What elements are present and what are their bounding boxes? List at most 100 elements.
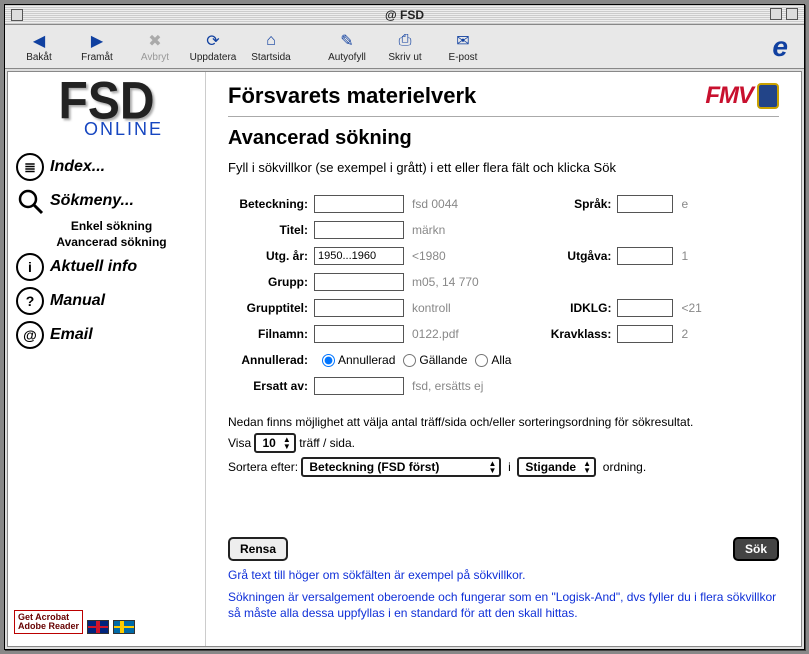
stop-label: Avbryt [141, 52, 169, 63]
label-titel: Titel: [228, 223, 314, 237]
nav-index-label: Index... [50, 158, 105, 176]
select-arrows-icon: ▲▼ [283, 436, 291, 450]
sort-label: Sortera efter: [228, 460, 298, 474]
autofill-label: Autyofyll [328, 52, 366, 63]
autofill-icon: ✎ [336, 30, 358, 52]
radio-annullerad-label: Annullerad [338, 353, 395, 367]
label-grupp: Grupp: [228, 275, 314, 289]
sort-dir-select[interactable]: Stigande ▲▼ [517, 457, 596, 477]
input-beteckning[interactable] [314, 195, 404, 213]
label-beteckning: Beteckning: [228, 197, 314, 211]
radio-alla-label: Alla [491, 353, 511, 367]
stop-icon: ✖ [144, 30, 166, 52]
main-content: Försvarets materielverk FMV Avancerad sö… [206, 72, 801, 646]
client-area: FSD ONLINE ≣ Index... Sökmeny... Enkel s… [7, 71, 802, 647]
input-filnamn[interactable] [314, 325, 404, 343]
input-ersatt[interactable] [314, 377, 404, 395]
mail-icon: ✉ [452, 30, 474, 52]
input-grupptitel[interactable] [314, 299, 404, 317]
hint-beteckning: fsd 0044 [404, 197, 458, 211]
nav-aktuell-info[interactable]: i Aktuell info [14, 250, 199, 284]
forward-button[interactable]: ▶ Framåt [71, 30, 123, 63]
separator [228, 116, 779, 117]
label-utgava: Utgåva: [541, 249, 617, 263]
nav-index[interactable]: ≣ Index... [14, 150, 199, 184]
label-filnamn: Filnamn: [228, 327, 314, 341]
hint-grupp: m05, 14 770 [404, 275, 479, 289]
input-kravklass[interactable] [617, 325, 673, 343]
refresh-label: Uppdatera [190, 52, 237, 63]
nav-manual[interactable]: ? Manual [14, 284, 199, 318]
sort-field-select[interactable]: Beteckning (FSD först) ▲▼ [301, 457, 501, 477]
page-title: Avancerad sökning [228, 127, 779, 150]
ie-logo-icon: e [772, 31, 796, 63]
fmv-text: FMV [705, 82, 753, 110]
autofill-button[interactable]: ✎ Autyofyll [321, 30, 373, 63]
print-button[interactable]: ⎙ Skriv ut [379, 30, 431, 63]
hint-sprak: e [673, 197, 688, 211]
nav-manual-label: Manual [50, 292, 105, 310]
refresh-button[interactable]: ⟳ Uppdatera [187, 30, 239, 63]
nav-aktuell-label: Aktuell info [50, 258, 137, 276]
nav-email[interactable]: @ Email [14, 318, 199, 352]
hint-kravklass: 2 [673, 327, 688, 341]
info-icon: i [16, 253, 44, 281]
stop-button: ✖ Avbryt [129, 30, 181, 63]
input-grupp[interactable] [314, 273, 404, 291]
hint-ersatt: fsd, ersätts ej [404, 379, 483, 393]
label-sprak: Språk: [541, 197, 617, 211]
rensa-button[interactable]: Rensa [228, 537, 288, 561]
fmv-crest-icon [757, 83, 779, 109]
home-icon: ⌂ [260, 30, 282, 52]
print-label: Skriv ut [388, 52, 421, 63]
per-page-select[interactable]: 10 ▲▼ [254, 433, 295, 453]
acrobat-badge[interactable]: Get Acrobat Adobe Reader [14, 610, 83, 634]
sidebar-footer: Get Acrobat Adobe Reader [14, 606, 199, 638]
flag-uk-icon[interactable] [87, 620, 109, 634]
org-title: Försvarets materielverk [228, 83, 476, 109]
options-block: Nedan finns möjlighet att välja antal tr… [228, 415, 779, 477]
radio-alla[interactable] [475, 354, 488, 367]
visa-label: Visa [228, 436, 251, 450]
back-label: Bakåt [26, 52, 52, 63]
hint-filnamn: 0122.pdf [404, 327, 459, 341]
nav-email-label: Email [50, 326, 93, 344]
label-annullerad: Annullerad: [228, 353, 314, 367]
input-utg-ar[interactable] [314, 247, 404, 265]
site-logo: FSD ONLINE [14, 80, 199, 140]
options-intro: Nedan finns möjlighet att välja antal tr… [228, 415, 779, 429]
flag-se-icon[interactable] [113, 620, 135, 634]
nav-enkel-sokning[interactable]: Enkel sökning [14, 218, 199, 234]
window-close-box[interactable] [11, 9, 23, 21]
select-arrows-icon: ▲▼ [488, 460, 496, 474]
sok-button[interactable]: Sök [733, 537, 779, 561]
label-kravklass: Kravklass: [541, 327, 617, 341]
input-utgava[interactable] [617, 247, 673, 265]
hint-utgava: 1 [673, 249, 688, 263]
back-button[interactable]: ◀ Bakåt [13, 30, 65, 63]
nav-sokmeny[interactable]: Sökmeny... [14, 184, 199, 218]
window-zoom-box[interactable] [770, 8, 782, 20]
window-collapse-box[interactable] [786, 8, 798, 20]
radio-gallande[interactable] [403, 354, 416, 367]
nav-sokmeny-label: Sökmeny... [50, 192, 134, 210]
input-idklg[interactable] [617, 299, 673, 317]
magnifier-icon [16, 187, 44, 215]
footnote-1: Grå text till höger om sökfälten är exem… [228, 567, 779, 583]
radio-annullerad[interactable] [322, 354, 335, 367]
hint-grupptitel: kontroll [404, 301, 451, 315]
instruction-text: Fyll i sökvillkor (se exempel i grått) i… [228, 160, 779, 175]
input-titel[interactable] [314, 221, 404, 239]
back-arrow-icon: ◀ [28, 30, 50, 52]
sort-suffix: ordning. [603, 460, 646, 474]
fmv-logo: FMV [705, 82, 779, 110]
hint-utg-ar: <1980 [404, 249, 446, 263]
nav-avancerad-sokning[interactable]: Avancerad sökning [14, 234, 199, 250]
input-sprak[interactable] [617, 195, 673, 213]
refresh-icon: ⟳ [202, 30, 224, 52]
label-ersatt: Ersatt av: [228, 379, 314, 393]
forward-label: Framåt [81, 52, 113, 63]
toolbar: ◀ Bakåt ▶ Framåt ✖ Avbryt ⟳ Uppdatera ⌂ … [5, 25, 804, 69]
mail-button[interactable]: ✉ E-post [437, 30, 489, 63]
home-button[interactable]: ⌂ Startsida [245, 30, 297, 63]
